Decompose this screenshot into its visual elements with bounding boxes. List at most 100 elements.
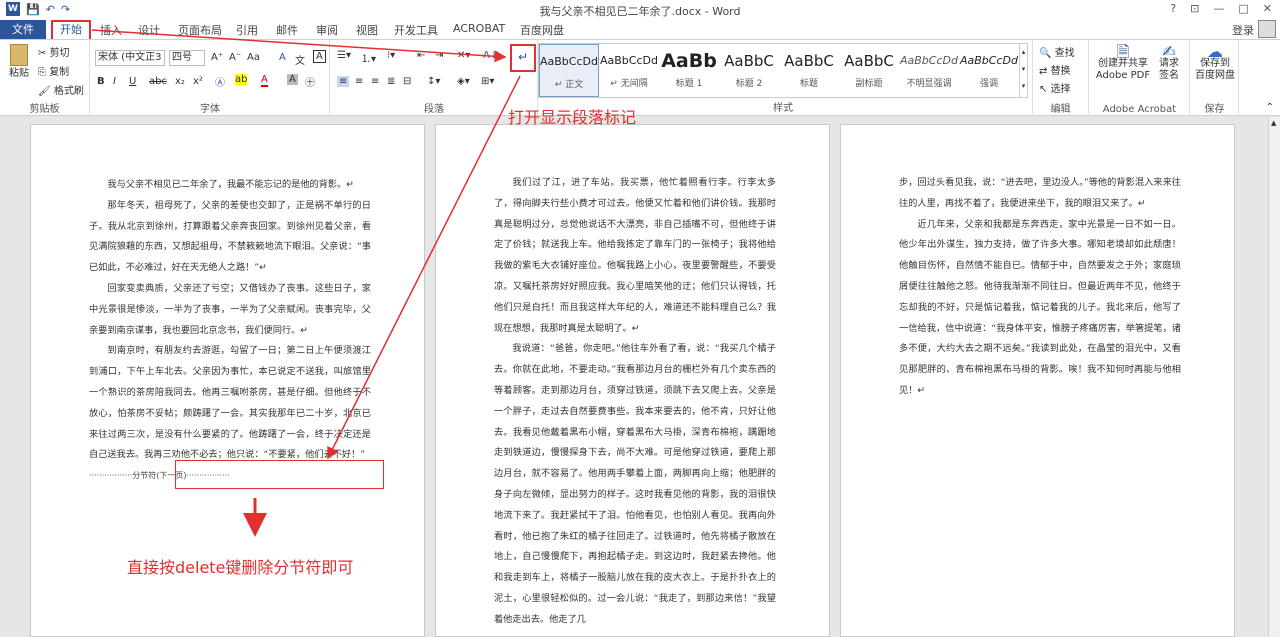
page-3: 步，回过头看见我，说：“进去吧，里边没人。”等他的背影混入来来往往的人里，再找不…	[840, 124, 1235, 637]
avatar[interactable]	[1258, 20, 1276, 38]
sort-icon[interactable]: A↓	[483, 50, 498, 61]
window-controls: ? ⊡ — □ ✕	[1170, 2, 1272, 15]
font-name-select[interactable]: 宋体 (中文正3	[95, 50, 165, 66]
ribbon-display-icon[interactable]: ⊡	[1190, 2, 1199, 15]
justify-icon[interactable]: ≣	[387, 76, 395, 87]
paragraph: 那年冬天，祖母死了，父亲的差使也交卸了，正是祸不单行的日子。我从北京到徐州，打算…	[89, 199, 371, 274]
highlight-icon[interactable]: ab	[235, 74, 248, 85]
increase-indent-icon[interactable]: ⇥	[435, 50, 443, 61]
align-center-icon[interactable]: ≡	[355, 76, 363, 87]
align-left-icon[interactable]: ≡	[337, 76, 350, 87]
collapse-ribbon-icon[interactable]: ⌃	[1266, 102, 1274, 113]
styles-scroll[interactable]: ▴ ▾ ▾	[1019, 44, 1027, 97]
page-2-text[interactable]: 我们过了江，进了车站。我买票，他忙着照看行李。行李太多了，得向脚夫行些小费才可过…	[494, 173, 776, 631]
style-title[interactable]: AaBbC 标题	[779, 44, 839, 97]
style-preview: AaBbCcDd	[600, 54, 658, 67]
editing-group: 🔍 查找 ⇄ 替换 ↖ 选择 编辑	[1032, 40, 1089, 116]
style-name: 不明显强调	[906, 79, 952, 89]
font-color-icon[interactable]: A	[261, 74, 268, 87]
bold-button[interactable]: B	[97, 76, 105, 87]
minimize-button[interactable]: —	[1213, 2, 1224, 15]
paste-button[interactable]: 粘贴	[4, 42, 34, 80]
page-3-text[interactable]: 步，回过头看见我，说：“进去吧，里边没人。”等他的背影混入来来往往的人里，再找不…	[899, 173, 1181, 402]
vertical-scrollbar[interactable]: ▲	[1268, 117, 1280, 637]
find-button[interactable]: 🔍 查找	[1039, 44, 1075, 59]
show-paragraph-marks-button[interactable]: ↵	[510, 44, 536, 72]
char-shading-icon[interactable]: A	[287, 74, 298, 85]
change-case-button[interactable]: Aa	[247, 52, 260, 63]
char-border-button[interactable]: A	[313, 50, 326, 63]
bullets-icon[interactable]: ☰▾	[337, 50, 351, 61]
style-no-spacing[interactable]: AaBbCcDd ↵ 无间隔	[599, 44, 659, 97]
numbering-icon[interactable]: ⒈▾	[361, 50, 376, 65]
strikethrough-button[interactable]: abc	[149, 76, 167, 87]
clear-format-button[interactable]: A	[279, 52, 286, 63]
style-preview: AaBbCcDd	[900, 54, 958, 67]
tab-mailings[interactable]: 邮件	[276, 22, 298, 38]
find-label: 查找	[1054, 48, 1075, 59]
tab-insert[interactable]: 插入	[100, 22, 122, 38]
multilevel-list-icon[interactable]: ⁝▾	[387, 50, 395, 61]
login-link[interactable]: 登录	[1232, 22, 1254, 38]
replace-button[interactable]: ⇄ 替换	[1039, 62, 1071, 77]
chinese-layout-icon[interactable]: ✕▾	[457, 50, 470, 61]
decrease-indent-icon[interactable]: ⇤	[417, 50, 425, 61]
shading-icon[interactable]: ◈▾	[457, 76, 470, 87]
style-heading2[interactable]: AaBbC 标题 2	[719, 44, 779, 97]
superscript-button[interactable]: x²	[193, 76, 203, 87]
style-name: 标题 2	[735, 79, 763, 89]
scroll-up-icon[interactable]: ▲	[1271, 119, 1276, 127]
select-button[interactable]: ↖ 选择	[1039, 80, 1071, 95]
style-preview: AaBbC	[784, 52, 834, 70]
tab-view[interactable]: 视图	[356, 22, 378, 38]
title-bar: W 💾 ↶ ↷ 我与父亲不相见已二年余了.docx - Word ? ⊡ — □…	[0, 0, 1280, 20]
copy-button[interactable]: ⎘ 复制	[38, 63, 69, 78]
style-preview: AaBbC	[724, 52, 774, 70]
ribbon: 粘贴 ✂ 剪切 ⎘ 复制 🖌 格式刷 剪贴板 宋体 (中文正3 四号 A⁺ A⁻…	[0, 39, 1280, 116]
style-emphasis[interactable]: AaBbCcDd 强调	[959, 44, 1019, 97]
cut-button[interactable]: ✂ 剪切	[38, 44, 70, 59]
enclose-char-icon[interactable]: ㊉	[305, 74, 315, 89]
align-right-icon[interactable]: ≡	[371, 76, 379, 87]
tab-acrobat[interactable]: ACROBAT	[453, 22, 505, 35]
cut-label: 剪切	[49, 48, 70, 59]
paragraph: 我说道：“爸爸，你走吧。”他往车外看了看，说：“我买几个橘子去。你就在此地，不要…	[494, 343, 776, 625]
tab-developer[interactable]: 开发工具	[394, 22, 438, 38]
save-to-baidu-button[interactable]: ☁ 保存到 百度网盘	[1193, 42, 1237, 82]
line-spacing-icon[interactable]: ↕▾	[427, 76, 440, 87]
select-label: 选择	[1050, 84, 1071, 95]
request-signature-button[interactable]: ✍ 请求 签名	[1154, 44, 1184, 82]
underline-button[interactable]: U	[129, 76, 136, 87]
create-pdf-button[interactable]: 🗎 创建并共享 Adobe PDF	[1094, 44, 1152, 82]
style-subtitle[interactable]: AaBbC 副标题	[839, 44, 899, 97]
page-1-text[interactable]: 我与父亲不相见已二年余了，我最不能忘记的是他的背影。↵ 那年冬天，祖母死了，父亲…	[89, 175, 371, 487]
help-icon[interactable]: ?	[1170, 2, 1176, 15]
font-size-select[interactable]: 四号	[169, 50, 205, 66]
baidu-cloud-icon: ☁	[1207, 42, 1223, 61]
tab-home[interactable]: 开始	[51, 20, 91, 39]
style-normal[interactable]: AaBbCcDd ↵ 正文	[539, 44, 599, 97]
borders-icon[interactable]: ⊞▾	[481, 76, 494, 87]
text-effects-icon[interactable]: Ⓐ	[215, 74, 225, 89]
style-heading1[interactable]: AaBb 标题 1	[659, 44, 719, 97]
close-button[interactable]: ✕	[1263, 2, 1272, 15]
styles-gallery: AaBbCcDd ↵ 正文 AaBbCcDd ↵ 无间隔 AaBb 标题 1 AaBb…	[538, 43, 1028, 98]
subscript-button[interactable]: x₂	[175, 76, 185, 87]
format-painter-button[interactable]: 🖌 格式刷	[38, 82, 84, 97]
maximize-button[interactable]: □	[1238, 2, 1248, 15]
tab-layout[interactable]: 页面布局	[178, 22, 222, 38]
style-subtle-emphasis[interactable]: AaBbCcDd 不明显强调	[899, 44, 959, 97]
page-2: 我们过了江，进了车站。我买票，他忙着照看行李。行李太多了，得向脚夫行些小费才可过…	[435, 124, 830, 637]
tab-file[interactable]: 文件	[0, 20, 46, 39]
font-group: 宋体 (中文正3 四号 A⁺ A⁻ Aa A 文 A B I U abc x₂ …	[91, 40, 330, 116]
phonetic-guide-button[interactable]: 文	[295, 52, 305, 67]
distributed-icon[interactable]: ⊟	[403, 76, 411, 87]
italic-button[interactable]: I	[113, 76, 116, 87]
grow-font-button[interactable]: A⁺	[211, 52, 223, 63]
tab-design[interactable]: 设计	[138, 22, 160, 38]
tab-review[interactable]: 审阅	[316, 22, 338, 38]
tab-baidu[interactable]: 百度网盘	[520, 22, 564, 38]
tab-references[interactable]: 引用	[236, 22, 258, 38]
paragraph: 近几年来，父亲和我都是东奔西走，家中光景是一日不如一日。他少年出外谋生，独力支持…	[899, 218, 1181, 396]
shrink-font-button[interactable]: A⁻	[229, 52, 241, 63]
